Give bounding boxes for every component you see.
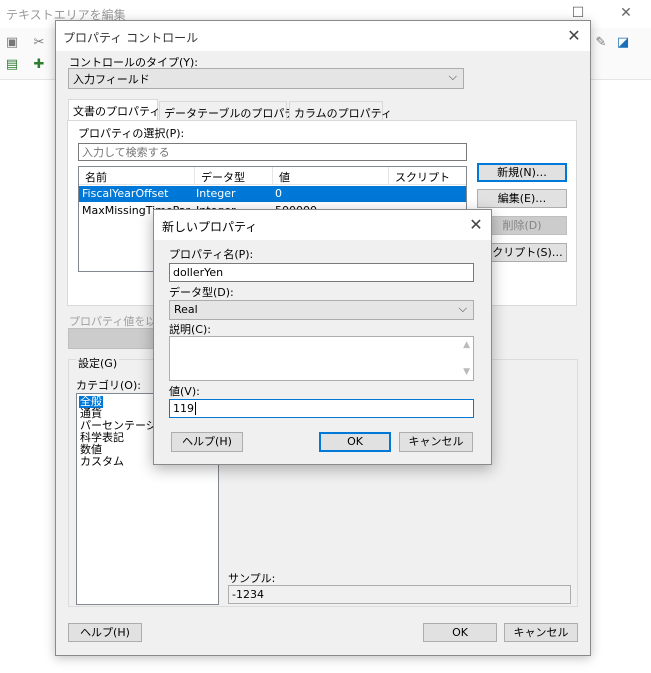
help-button[interactable]: ヘルプ(H)	[68, 623, 142, 642]
settings-label: 設定(G)	[76, 355, 120, 371]
datatype-value: Real	[174, 303, 198, 316]
new-property-dialog: 新しいプロパティ ✕ プロパティ名(P): dollerYen データ型(D):…	[153, 209, 492, 465]
table-row[interactable]: FiscalYearOffset Integer 0	[79, 186, 466, 202]
control-type-select[interactable]: 入力フィールド ⌵	[68, 68, 464, 89]
tab-label: 文書のプロパティ	[73, 105, 161, 118]
sample-value-box: -1234	[228, 585, 571, 604]
close-icon[interactable]: ✕	[464, 215, 488, 235]
category-item-custom[interactable]: カスタム	[79, 456, 125, 468]
tab-document-properties[interactable]: 文書のプロパティ	[68, 99, 161, 121]
column-header-name[interactable]: 名前	[79, 167, 195, 185]
column-header-script[interactable]: スクリプト	[389, 167, 466, 185]
category-label: カテゴリ(O):	[76, 379, 141, 392]
property-value-field[interactable]	[68, 328, 154, 349]
select-property-label: プロパティの選択(P):	[78, 127, 185, 140]
value-input[interactable]: 119	[169, 399, 474, 418]
chevron-down-icon: ⌵	[448, 70, 457, 83]
property-name-value: dollerYen	[173, 266, 224, 279]
description-label: 説明(C):	[169, 323, 211, 336]
text-cursor	[195, 402, 196, 415]
control-type-value: 入力フィールド	[73, 73, 150, 86]
datatype-label: データ型(D):	[169, 286, 234, 299]
column-header-datatype[interactable]: データ型	[195, 167, 273, 185]
cancel-button[interactable]: キャンセル	[504, 623, 578, 642]
tab-label: カラムのプロパティ	[294, 107, 393, 120]
property-name-input[interactable]: dollerYen	[169, 263, 474, 282]
property-dialog-titlebar: プロパティ コントロール ✕	[56, 21, 590, 51]
edit-property-button[interactable]: 編集(E)…	[477, 189, 567, 208]
add-icon[interactable]: ✚	[30, 56, 48, 74]
chevron-down-icon: ⌵	[458, 302, 467, 315]
new-property-button[interactable]: 新規(N)…	[477, 163, 567, 182]
help-button[interactable]: ヘルプ(H)	[171, 432, 243, 452]
ok-button[interactable]: OK	[423, 623, 497, 642]
scroll-down-icon[interactable]: ▼	[463, 367, 470, 377]
value-field-value: 119	[173, 402, 194, 415]
property-search-input[interactable]	[78, 143, 467, 161]
cancel-button[interactable]: キャンセル	[399, 432, 473, 452]
close-icon[interactable]: ✕	[562, 26, 586, 46]
tab-label: データテーブルのプロパティ	[164, 107, 306, 120]
scroll-up-icon[interactable]: ▲	[463, 340, 470, 350]
fill-icon[interactable]: ◪	[614, 34, 632, 52]
datatype-select[interactable]: Real ⌵	[169, 300, 474, 320]
cell-datatype: Integer	[196, 187, 236, 200]
sample-label: サンプル:	[228, 572, 276, 585]
insert-image-icon[interactable]: ▤	[3, 56, 21, 74]
save-icon[interactable]: ▣	[3, 34, 21, 52]
column-header-value[interactable]: 値	[273, 167, 389, 185]
description-textarea[interactable]: ▲ ▼	[169, 336, 474, 381]
cell-value: 0	[275, 187, 282, 200]
sample-value: -1234	[232, 588, 264, 601]
new-property-titlebar: 新しいプロパティ ✕	[154, 210, 491, 240]
new-property-title: 新しいプロパティ	[162, 220, 258, 234]
value-label: 値(V):	[169, 385, 200, 398]
ok-button[interactable]: OK	[319, 432, 391, 452]
property-name-label: プロパティ名(P):	[169, 248, 254, 261]
tab-datatable-properties[interactable]: データテーブルのプロパティ	[159, 101, 306, 121]
property-dialog-title: プロパティ コントロール	[63, 31, 199, 45]
cell-name: FiscalYearOffset	[82, 187, 169, 200]
tab-column-properties[interactable]: カラムのプロパティ	[289, 101, 392, 121]
cut-icon[interactable]: ✂	[30, 34, 48, 52]
tools-icon[interactable]: ✎	[592, 34, 610, 52]
close-icon[interactable]: ✕	[612, 3, 640, 23]
